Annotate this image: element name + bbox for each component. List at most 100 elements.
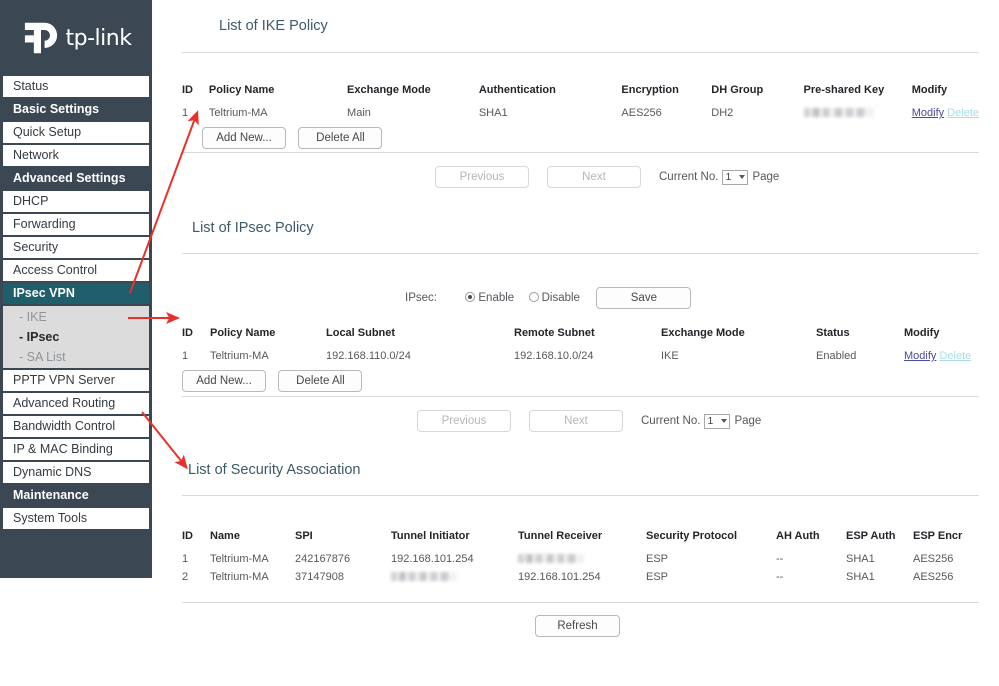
sidebar-item-ike[interactable]: - IKE <box>3 307 149 327</box>
cell-remote-subnet: 192.168.10.0/24 <box>514 350 594 362</box>
col-id: ID <box>182 327 193 339</box>
ike-policy-table: ID Policy Name Exchange Mode Authenticat… <box>182 84 979 125</box>
main-content: List of IKE Policy ID Policy Name Exchan… <box>152 0 999 686</box>
cell-exchange-mode: IKE <box>661 350 679 362</box>
sidebar-item-dhcp[interactable]: DHCP <box>3 191 149 212</box>
table-row: 1 Teltrium-MA 242167876 192.168.101.254 … <box>182 553 979 571</box>
ike-page-label: Page <box>752 171 780 183</box>
col-exchange-mode: Exchange Mode <box>661 327 745 339</box>
sidebar-item-pptp-vpn-server[interactable]: PPTP VPN Server <box>3 370 149 391</box>
sidebar: tp-link Status Basic Settings Quick Setu… <box>0 0 152 578</box>
chevron-down-icon <box>739 175 746 179</box>
ipsec-enable-radio[interactable] <box>465 292 476 302</box>
sidebar-item-access-control[interactable]: Access Control <box>3 260 149 281</box>
redacted-tunnel-receiver <box>518 554 584 563</box>
col-id: ID <box>182 84 193 96</box>
sidebar-item-network[interactable]: Network <box>3 145 149 166</box>
cell-esp-encr: AES256 <box>913 571 954 583</box>
sidebar-item-quick-setup[interactable]: Quick Setup <box>3 122 149 143</box>
ike-pagination: Previous Next Current No. 1 Page <box>435 166 779 188</box>
ipsec-save-button[interactable]: Save <box>596 287 692 309</box>
cell-id: 2 <box>182 571 189 583</box>
chevron-down-icon <box>721 419 728 423</box>
sidebar-item-security[interactable]: Security <box>3 237 149 258</box>
sidebar-submenu-ipsec-vpn: - IKE - IPsec - SA List <box>3 306 149 368</box>
ike-delete-link[interactable]: Delete <box>947 107 979 119</box>
ipsec-delete-all-button[interactable]: Delete All <box>278 370 363 392</box>
col-authentication: Authentication <box>478 84 556 96</box>
ipsec-page-label: Page <box>734 415 762 427</box>
ipsec-enable-label: Enable <box>478 292 515 304</box>
cell-modify: Modify Delete <box>904 350 979 368</box>
col-pre-shared-key: Pre-shared Key <box>803 84 885 96</box>
col-tunnel-initiator: Tunnel Initiator <box>391 530 470 542</box>
sidebar-item-system-tools[interactable]: System Tools <box>3 508 149 529</box>
ike-table-actions: Add New... Delete All <box>202 127 390 149</box>
sa-refresh-button[interactable]: Refresh <box>535 615 620 637</box>
sidebar-item-status[interactable]: Status <box>3 76 149 97</box>
redacted-pre-shared-key <box>803 108 874 117</box>
ike-section-divider <box>182 52 979 53</box>
ipsec-policy-table: ID Policy Name Local Subnet Remote Subne… <box>182 327 979 368</box>
cell-esp-auth: SHA1 <box>846 553 875 565</box>
cell-policy-name: Teltrium-MA <box>210 350 269 362</box>
sidebar-group-advanced-settings: Advanced Settings <box>3 168 149 189</box>
sidebar-item-ipsec[interactable]: - IPsec <box>3 327 149 347</box>
col-id: ID <box>182 530 193 542</box>
ike-previous-button[interactable]: Previous <box>435 166 529 188</box>
table-header-row: ID Policy Name Local Subnet Remote Subne… <box>182 327 979 350</box>
ike-add-new-button[interactable]: Add New... <box>202 127 286 149</box>
cell-name: Teltrium-MA <box>210 571 269 583</box>
cell-tunnel-receiver <box>518 553 646 571</box>
ike-page-select[interactable]: 1 <box>722 169 749 185</box>
col-exchange-mode: Exchange Mode <box>347 84 431 96</box>
cell-esp-auth: SHA1 <box>846 571 875 583</box>
ike-next-button[interactable]: Next <box>547 166 641 188</box>
col-esp-auth: ESP Auth <box>846 530 896 542</box>
ipsec-modify-link[interactable]: Modify <box>904 350 936 362</box>
col-name: Name <box>210 530 240 542</box>
redacted-tunnel-initiator <box>391 572 457 581</box>
ike-page-value: 1 <box>725 171 732 183</box>
cell-status: Enabled <box>816 350 857 362</box>
table-row: 2 Teltrium-MA 37147908 192.168.101.254 E… <box>182 571 979 589</box>
sidebar-item-advanced-routing[interactable]: Advanced Routing <box>3 393 149 414</box>
ike-delete-all-button[interactable]: Delete All <box>298 127 383 149</box>
sidebar-item-forwarding[interactable]: Forwarding <box>3 214 149 235</box>
sidebar-item-dynamic-dns[interactable]: Dynamic DNS <box>3 462 149 483</box>
col-security-protocol: Security Protocol <box>646 530 738 542</box>
ipsec-page-select[interactable]: 1 <box>704 413 731 429</box>
sidebar-group-maintenance: Maintenance <box>3 485 149 506</box>
cell-modify: Modify Delete <box>912 107 979 125</box>
cell-spi: 242167876 <box>295 553 351 565</box>
sa-table-bottom-divider <box>182 602 979 603</box>
cell-local-subnet: 192.168.110.0/24 <box>326 350 411 362</box>
ike-modify-link[interactable]: Modify <box>912 107 944 119</box>
col-tunnel-receiver: Tunnel Receiver <box>518 530 603 542</box>
table-header-row: ID Name SPI Tunnel Initiator Tunnel Rece… <box>182 530 979 553</box>
sidebar-group-basic-settings: Basic Settings <box>3 99 149 120</box>
col-status: Status <box>816 327 850 339</box>
ipsec-disable-radio[interactable] <box>528 292 539 302</box>
table-row: 1 Teltrium-MA 192.168.110.0/24 192.168.1… <box>182 350 979 368</box>
ipsec-section-title: List of IPsec Policy <box>192 220 314 236</box>
ike-current-no-label: Current No. <box>659 171 719 183</box>
sidebar-item-ip-mac-binding[interactable]: IP & MAC Binding <box>3 439 149 460</box>
ipsec-table-actions: Add New... Delete All <box>182 370 370 392</box>
sidebar-item-sa-list[interactable]: - SA List <box>3 347 149 367</box>
ipsec-delete-link[interactable]: Delete <box>939 350 971 362</box>
security-association-table: ID Name SPI Tunnel Initiator Tunnel Rece… <box>182 530 979 589</box>
cell-tunnel-initiator: 192.168.101.254 <box>391 553 474 565</box>
cell-security-protocol: ESP <box>646 553 669 565</box>
ipsec-previous-button[interactable]: Previous <box>417 410 511 432</box>
brand-name: tp-link <box>65 25 132 51</box>
col-spi: SPI <box>295 530 313 542</box>
sidebar-item-bandwidth-control[interactable]: Bandwidth Control <box>3 416 149 437</box>
ipsec-add-new-button[interactable]: Add New... <box>182 370 266 392</box>
sa-section-divider <box>182 495 979 496</box>
col-dh-group: DH Group <box>711 84 764 96</box>
ipsec-next-button[interactable]: Next <box>529 410 623 432</box>
cell-exchange-mode: Main <box>347 107 371 119</box>
sidebar-item-ipsec-vpn[interactable]: IPsec VPN <box>3 283 149 304</box>
ike-table-bottom-divider <box>182 152 979 153</box>
